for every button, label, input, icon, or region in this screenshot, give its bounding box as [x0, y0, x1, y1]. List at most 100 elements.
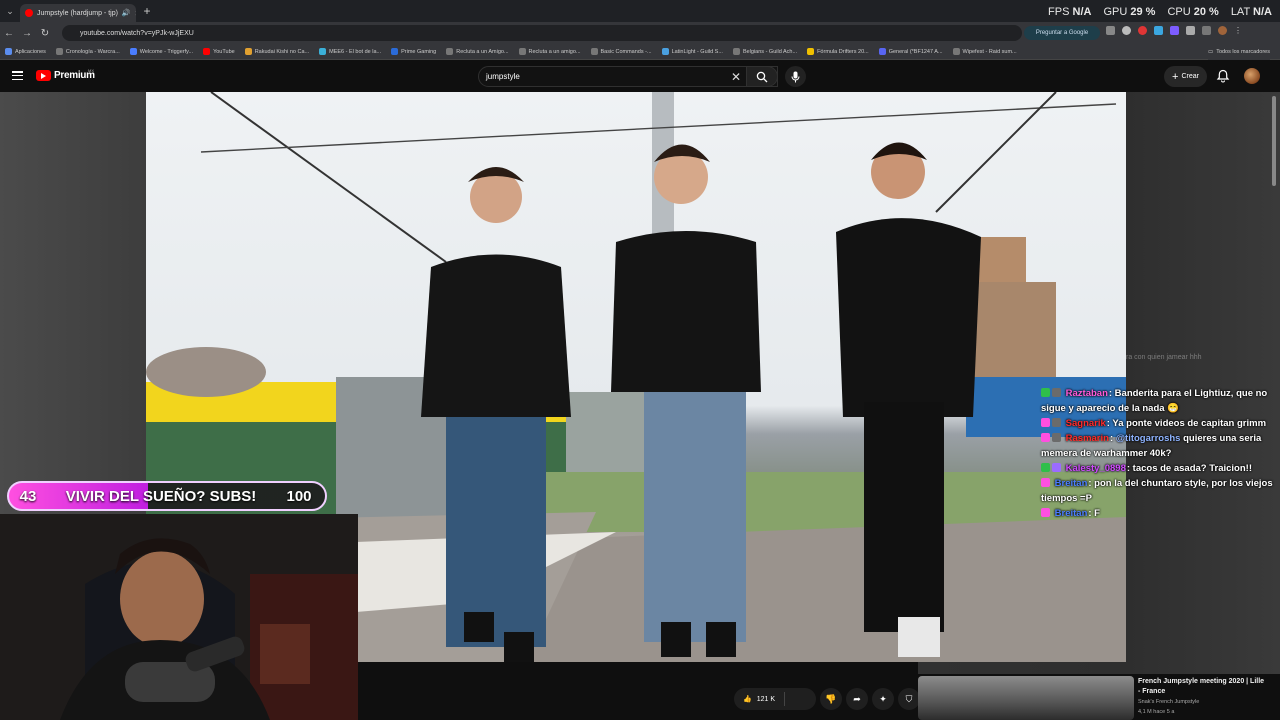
bookmark-item[interactable]: Prime Gaming — [391, 48, 436, 55]
share-button[interactable]: ➦ — [846, 688, 868, 710]
back-arrow-icon[interactable]: ← — [0, 28, 18, 39]
recommendation-meta: 4,1 M hace 5 a — [1138, 709, 1175, 715]
bookmark-item[interactable]: General (*BF1247 A... — [878, 48, 943, 55]
bookmark-label: YouTube — [213, 48, 235, 55]
recommendation-thumbnail[interactable] — [918, 676, 1134, 720]
heart-badge-icon — [1041, 433, 1050, 442]
bookmark-item[interactable]: Cronología - Warcra... — [55, 48, 120, 55]
heart-badge-icon — [1041, 508, 1050, 517]
bookmark-favicon-icon — [807, 48, 815, 55]
bookmark-item[interactable]: Aplicaciones — [5, 48, 46, 55]
thumbs-down-icon: 👎 — [825, 693, 837, 704]
region-code: MX — [88, 68, 94, 73]
bookmark-label: Recluta a un amigo... — [528, 48, 581, 55]
sub-goal-bar: 43 VIVIR DEL SUEÑO? SUBS! 100 — [7, 481, 327, 511]
sub-badge-icon — [1052, 418, 1061, 427]
bookmark-item[interactable]: LatinLight - Guild S... — [661, 48, 723, 55]
extension-purple-icon[interactable] — [1170, 26, 1179, 35]
gpu-stat: GPU 29 % — [1103, 6, 1155, 18]
cpu-value: 20 % — [1193, 6, 1219, 18]
apps-grid-icon — [5, 48, 12, 55]
audio-icon[interactable]: 🔊 — [122, 9, 131, 17]
voice-search-button[interactable] — [785, 66, 806, 87]
bookmark-label: MEE6 - El bot de la... — [329, 48, 382, 55]
thumbs-up-icon: 👍 — [743, 696, 752, 703]
reload-icon[interactable]: ↻ — [36, 28, 54, 39]
extensions-puzzle-icon[interactable] — [1186, 26, 1195, 35]
sidepanel-icon[interactable] — [1202, 26, 1211, 35]
bookmark-item[interactable]: YouTube — [203, 48, 235, 55]
bookmark-item[interactable]: Welcome - Triggerfy... — [129, 48, 194, 55]
chat-message: Breitan: pon la del chuntaro style, por … — [1041, 476, 1277, 506]
youtube-logo[interactable]: Premium MX — [36, 68, 95, 81]
bookmark-favicon-icon — [129, 48, 137, 55]
cpu-label: CPU — [1167, 6, 1191, 18]
bookmark-star-icon[interactable] — [1122, 26, 1131, 35]
sub-badge-icon — [1052, 433, 1061, 442]
search-icon — [756, 71, 768, 82]
forward-arrow-icon[interactable]: → — [18, 28, 36, 39]
chat-message: Breitan: F — [1041, 506, 1277, 521]
sparkle-icon: ✦ — [879, 693, 887, 704]
browser-menu-icon[interactable]: ⋮ — [1234, 26, 1243, 35]
dislike-button[interactable]: 👎 — [820, 688, 842, 710]
search-button[interactable] — [746, 66, 778, 87]
create-label: Crear — [1181, 73, 1199, 80]
bookmark-favicon-icon — [391, 48, 399, 55]
recommendation-channel[interactable]: Snak's French Jumpstyle — [1138, 699, 1199, 705]
bookmark-item[interactable]: Recluta a un amigo... — [518, 48, 581, 55]
page-scrollbar[interactable] — [1272, 96, 1276, 186]
create-button[interactable]: + Crear — [1164, 66, 1207, 87]
ask-ai-button[interactable]: ✦ — [872, 688, 894, 710]
folder-icon: ▭ — [1207, 49, 1214, 55]
address-bar[interactable]: youtube.com/watch?v=yPJk-wJjEXU — [62, 25, 1022, 41]
menu-hamburger-icon[interactable] — [12, 71, 23, 80]
bookmark-item[interactable]: Rakudai Kishi no Ca... — [244, 48, 309, 55]
bookmark-item[interactable]: MEE6 - El bot de la... — [319, 48, 381, 55]
bookmark-label: Recluta a un Amigo... — [456, 48, 509, 55]
bookmark-label: Welcome - Triggerfy... — [139, 48, 194, 55]
bookmark-item[interactable]: Belgians - Guild Ach... — [732, 48, 797, 55]
bookmark-item[interactable]: Fórmula Drifters 20... — [807, 48, 869, 55]
bookmark-icon: ⛉ — [905, 693, 913, 704]
extension-red-icon[interactable] — [1138, 26, 1147, 35]
bookmark-favicon-icon — [55, 48, 63, 55]
youtube-play-icon — [36, 70, 51, 81]
bookmark-item[interactable]: Wipefest - Raid sum... — [952, 48, 1017, 55]
youtube-favicon-icon — [203, 48, 211, 55]
all-bookmarks-button[interactable]: ▭ Todos los marcadores — [1207, 44, 1270, 60]
like-count: 121 K — [756, 695, 776, 703]
verified-badge-icon — [1041, 388, 1050, 397]
bookmark-favicon-icon — [590, 48, 598, 55]
heart-badge-icon — [1041, 418, 1050, 427]
tab-search-chevron-icon[interactable]: ⌄ — [0, 0, 20, 22]
account-avatar[interactable] — [1244, 68, 1260, 84]
all-bookmarks-label: Todos los marcadores — [1216, 49, 1270, 55]
recommendation-title[interactable]: French Jumpstyle meeting 2020 | Lille - … — [1138, 677, 1268, 697]
install-icon[interactable] — [1106, 26, 1115, 35]
sub-goal-text: VIVIR DEL SUEÑO? SUBS! — [65, 487, 257, 505]
chat-message: Sagnarik: Ya ponte videos de capitan gri… — [1041, 416, 1277, 431]
webcam-frame — [0, 514, 358, 720]
bookmark-item[interactable]: Recluta a un Amigo... — [446, 48, 509, 55]
fps-value: N/A — [1072, 6, 1092, 18]
chat-faded-line: ra con quien jamear hhh — [1126, 354, 1202, 361]
tab-youtube[interactable]: Jumpstyle (hardjump - tjp) 🔊 ✕ — [20, 4, 136, 22]
extension-blue-icon[interactable] — [1154, 26, 1163, 35]
bookmark-label: Aplicaciones — [15, 48, 46, 55]
bookmark-item[interactable]: Basic Commands -... — [590, 48, 652, 55]
video-actions: 👍 121 K 👎 ➦ ✦ ⛉ ⋯ — [734, 688, 946, 710]
gpu-value: 29 % — [1130, 6, 1156, 18]
chat-username: Sagnarik — [1065, 418, 1106, 429]
new-tab-button[interactable]: + — [136, 4, 158, 18]
like-divider — [784, 692, 786, 706]
bookmark-label: Cronología - Warcra... — [65, 48, 120, 55]
profile-avatar-icon[interactable] — [1218, 26, 1227, 35]
clear-search-icon[interactable]: ✕ — [731, 70, 741, 84]
like-button[interactable]: 👍 121 K — [734, 688, 816, 710]
bookmark-favicon-icon — [446, 48, 454, 55]
save-button[interactable]: ⛉ — [898, 688, 920, 710]
ask-google-button[interactable]: Preguntar a Google — [1024, 26, 1100, 40]
tab-title: Jumpstyle (hardjump - tjp) — [37, 9, 118, 17]
notifications-bell-icon[interactable] — [1216, 69, 1230, 83]
